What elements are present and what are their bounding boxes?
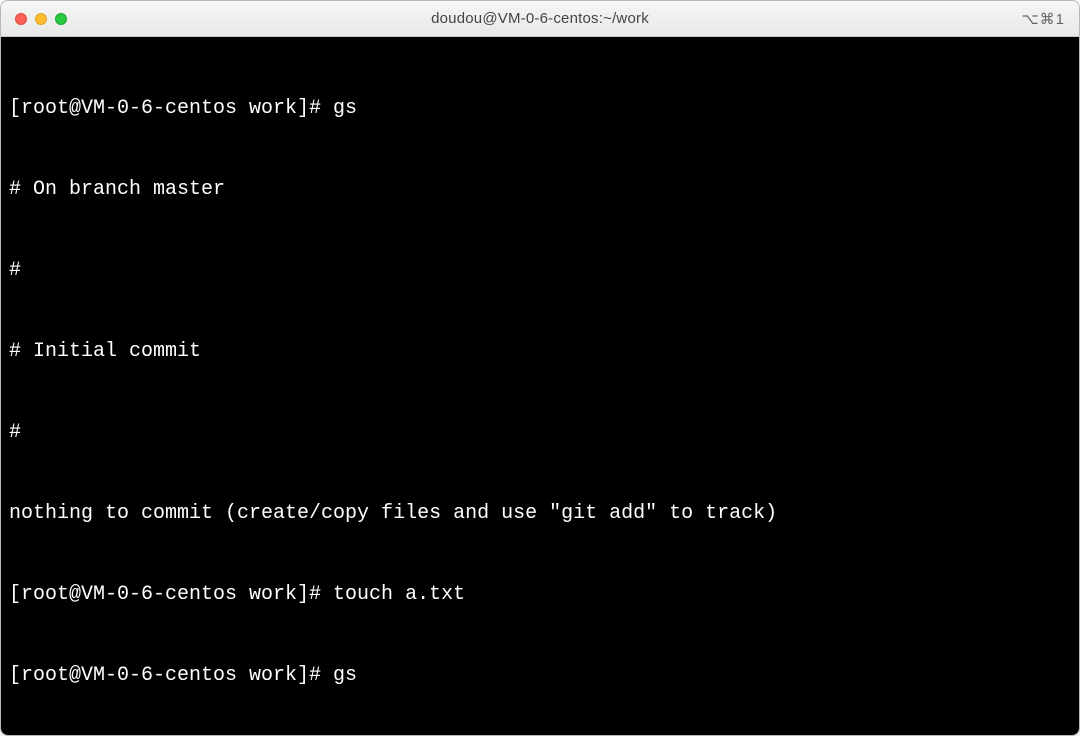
terminal-line: # bbox=[9, 419, 1071, 446]
titlebar: doudou@VM-0-6-centos:~/work ⌥⌘1 bbox=[1, 1, 1079, 37]
traffic-lights bbox=[1, 13, 67, 25]
maximize-icon[interactable] bbox=[55, 13, 67, 25]
shortcut-indicator: ⌥⌘1 bbox=[1021, 10, 1079, 28]
terminal-line: # bbox=[9, 257, 1071, 284]
terminal-line: # Initial commit bbox=[9, 338, 1071, 365]
terminal-line: nothing to commit (create/copy files and… bbox=[9, 500, 1071, 527]
terminal-line: [root@VM-0-6-centos work]# gs bbox=[9, 662, 1071, 689]
minimize-icon[interactable] bbox=[35, 13, 47, 25]
terminal-line: [root@VM-0-6-centos work]# touch a.txt bbox=[9, 581, 1071, 608]
terminal-area[interactable]: [root@VM-0-6-centos work]# gs # On branc… bbox=[1, 37, 1079, 735]
terminal-window: doudou@VM-0-6-centos:~/work ⌥⌘1 [root@VM… bbox=[0, 0, 1080, 736]
close-icon[interactable] bbox=[15, 13, 27, 25]
terminal-line: # On branch master bbox=[9, 176, 1071, 203]
terminal-line: [root@VM-0-6-centos work]# gs bbox=[9, 95, 1071, 122]
window-title: doudou@VM-0-6-centos:~/work bbox=[1, 10, 1079, 27]
